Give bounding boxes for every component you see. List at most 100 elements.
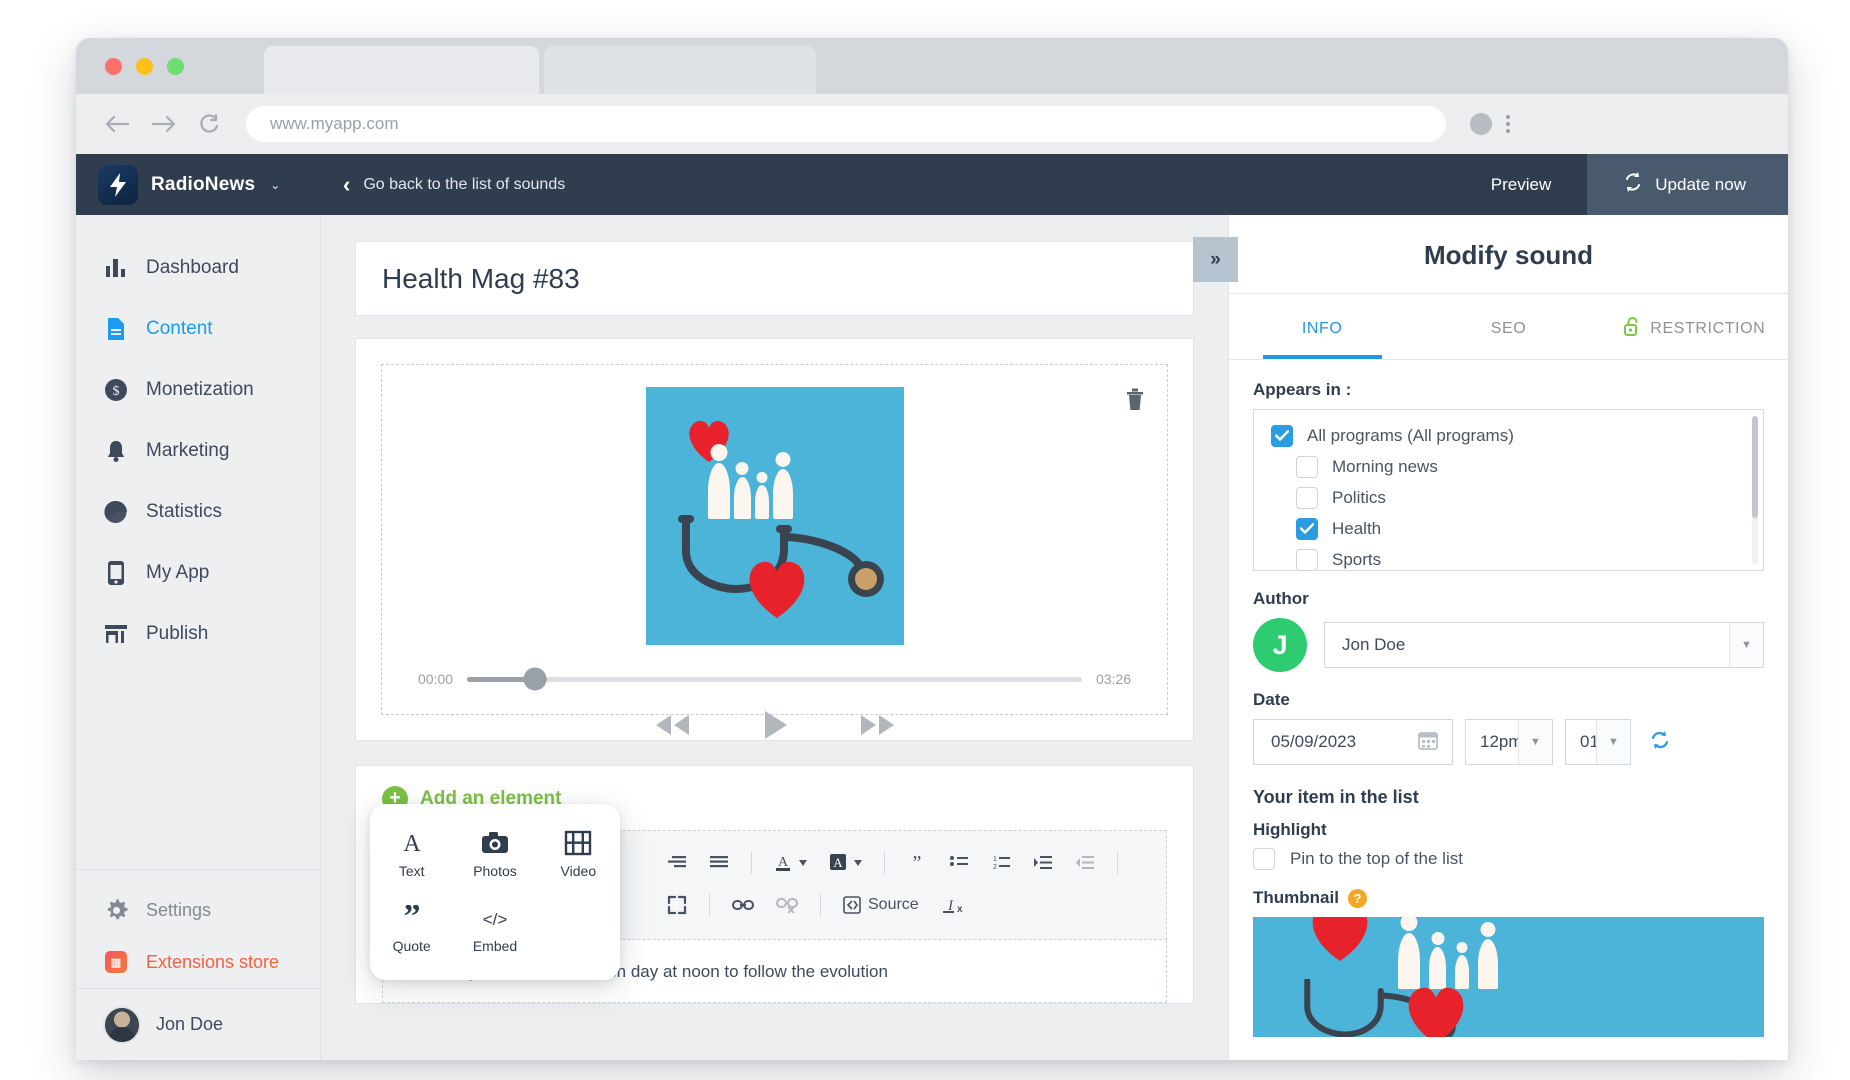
browser-menu-icon[interactable] bbox=[1506, 115, 1510, 133]
update-now-button[interactable]: Update now bbox=[1587, 154, 1788, 215]
decrease-indent-icon[interactable] bbox=[1075, 855, 1095, 871]
sidebar-item-settings[interactable]: Settings bbox=[76, 884, 320, 936]
author-label: Author bbox=[1253, 589, 1764, 609]
refresh-icon[interactable] bbox=[1649, 729, 1671, 756]
pin-to-top-row[interactable]: Pin to the top of the list bbox=[1253, 848, 1764, 870]
sidebar-item-monetization[interactable]: $ Monetization bbox=[76, 359, 320, 420]
audio-progress[interactable]: 00:00 03:26 bbox=[418, 671, 1131, 687]
tab-info[interactable]: INFO bbox=[1229, 294, 1415, 359]
background-color-icon[interactable]: A bbox=[829, 853, 862, 873]
hour-select[interactable]: 12pm ▼ bbox=[1465, 719, 1553, 765]
progress-track[interactable] bbox=[467, 677, 1082, 682]
preview-button[interactable]: Preview bbox=[1455, 154, 1587, 215]
increase-indent-icon[interactable] bbox=[1033, 855, 1053, 871]
align-right-icon[interactable] bbox=[667, 855, 687, 871]
sidebar-item-publish[interactable]: Publish bbox=[76, 603, 320, 664]
link-icon[interactable] bbox=[732, 898, 754, 912]
browser-toolbar: www.myapp.com bbox=[76, 94, 1788, 154]
browser-profile-avatar[interactable] bbox=[1470, 113, 1492, 135]
unlink-icon[interactable] bbox=[776, 897, 798, 913]
sidebar-label-extensions-store: Extensions store bbox=[146, 952, 279, 973]
checkbox-row-health[interactable]: Health bbox=[1254, 513, 1763, 544]
sidebar-user[interactable]: Jon Doe bbox=[76, 988, 320, 1060]
checkbox-health[interactable] bbox=[1296, 518, 1318, 540]
checkbox-row-politics[interactable]: Politics bbox=[1254, 482, 1763, 513]
maximize-window-dot[interactable] bbox=[167, 58, 184, 75]
minute-select[interactable]: 01 ▼ bbox=[1565, 719, 1631, 765]
checkbox-all-programs[interactable] bbox=[1271, 425, 1293, 447]
sidebar-item-statistics[interactable]: Statistics bbox=[76, 481, 320, 542]
add-element-menu[interactable]: A Text Photos Video bbox=[370, 804, 620, 980]
chevron-down-icon[interactable]: ▼ bbox=[1729, 623, 1763, 667]
trash-icon[interactable] bbox=[1125, 387, 1145, 416]
menu-item-embed[interactable]: </> Embed bbox=[453, 905, 536, 954]
player-controls bbox=[382, 709, 1167, 746]
maximize-icon[interactable] bbox=[667, 895, 687, 915]
browser-tab-active[interactable] bbox=[264, 46, 539, 94]
sidebar-item-extensions-store[interactable]: ▥ Extensions store bbox=[76, 936, 320, 988]
chevron-down-icon[interactable]: ▼ bbox=[1596, 720, 1630, 764]
checkbox-row-sports[interactable]: Sports bbox=[1254, 544, 1763, 575]
progress-knob[interactable] bbox=[523, 668, 546, 691]
rewind-icon[interactable] bbox=[651, 711, 693, 744]
menu-item-quote[interactable]: ” Quote bbox=[370, 905, 453, 954]
store-icon bbox=[103, 623, 129, 645]
sidebar-item-marketing[interactable]: Marketing bbox=[76, 420, 320, 481]
menu-item-photos[interactable]: Photos bbox=[453, 830, 536, 879]
reload-icon[interactable] bbox=[198, 113, 220, 135]
checkbox-morning-news[interactable] bbox=[1296, 456, 1318, 478]
checkbox-pin-to-top[interactable] bbox=[1253, 848, 1275, 870]
date-row: 05/09/2023 12pm ▼ 01 ▼ bbox=[1253, 719, 1764, 765]
sidebar-label-statistics: Statistics bbox=[146, 501, 222, 523]
sidebar-nav: Dashboard Content $ Monetization bbox=[76, 215, 320, 869]
appears-in-list[interactable]: All programs (All programs) Morning news… bbox=[1253, 409, 1764, 571]
sidebar-item-content[interactable]: Content bbox=[76, 298, 320, 359]
calendar-icon[interactable] bbox=[1418, 730, 1438, 755]
checkbox-sports[interactable] bbox=[1296, 549, 1318, 571]
tab-restriction[interactable]: RESTRICTION bbox=[1602, 294, 1788, 359]
menu-item-text[interactable]: A Text bbox=[370, 830, 453, 879]
go-back-link[interactable]: ‹ Go back to the list of sounds bbox=[321, 154, 565, 215]
sound-title-field[interactable]: Health Mag #83 bbox=[355, 241, 1194, 316]
chevron-down-icon[interactable]: ▼ bbox=[1518, 720, 1552, 764]
list-scrollbar[interactable] bbox=[1752, 416, 1758, 564]
menu-label-embed: Embed bbox=[473, 938, 517, 954]
author-select[interactable]: Jon Doe ▼ bbox=[1324, 622, 1764, 668]
address-bar[interactable]: www.myapp.com bbox=[246, 106, 1446, 142]
close-window-dot[interactable] bbox=[105, 58, 122, 75]
list-item-section-label: Your item in the list bbox=[1253, 787, 1764, 808]
blockquote-icon[interactable]: ” bbox=[907, 855, 927, 871]
minimize-window-dot[interactable] bbox=[136, 58, 153, 75]
checkbox-row-all-programs[interactable]: All programs (All programs) bbox=[1254, 420, 1763, 451]
justify-icon[interactable] bbox=[709, 855, 729, 871]
author-avatar: J bbox=[1253, 618, 1307, 672]
sidebar-item-dashboard[interactable]: Dashboard bbox=[76, 237, 320, 298]
window-controls[interactable] bbox=[105, 58, 184, 75]
remove-format-icon[interactable]: Ix bbox=[941, 895, 963, 915]
date-input[interactable]: 05/09/2023 bbox=[1253, 719, 1453, 765]
app-header: RadioNews ⌄ ‹ Go back to the list of sou… bbox=[76, 154, 1788, 215]
browser-tab-inactive[interactable] bbox=[544, 46, 816, 94]
audio-player-card: 00:00 03:26 bbox=[355, 338, 1194, 741]
checkbox-politics[interactable] bbox=[1296, 487, 1318, 509]
fast-forward-icon[interactable] bbox=[857, 711, 899, 744]
source-button[interactable]: Source bbox=[843, 896, 919, 914]
help-icon[interactable]: ? bbox=[1348, 889, 1367, 908]
tab-seo[interactable]: SEO bbox=[1415, 294, 1601, 359]
sidebar-item-my-app[interactable]: My App bbox=[76, 542, 320, 603]
menu-label-photos: Photos bbox=[473, 863, 517, 879]
svg-text:x: x bbox=[957, 904, 963, 915]
menu-item-video[interactable]: Video bbox=[537, 830, 620, 879]
back-arrow-icon[interactable] bbox=[104, 113, 130, 135]
menu-label-video: Video bbox=[561, 863, 597, 879]
play-icon[interactable] bbox=[761, 709, 789, 746]
thumbnail-preview[interactable] bbox=[1253, 917, 1764, 1037]
bulleted-list-icon[interactable] bbox=[949, 855, 969, 871]
preview-label: Preview bbox=[1491, 175, 1551, 195]
checkbox-row-morning-news[interactable]: Morning news bbox=[1254, 451, 1763, 482]
forward-arrow-icon[interactable] bbox=[151, 113, 177, 135]
numbered-list-icon[interactable]: 12 bbox=[991, 855, 1011, 871]
brand-selector[interactable]: RadioNews ⌄ bbox=[76, 154, 321, 215]
text-color-icon[interactable]: A bbox=[774, 853, 807, 873]
collapse-panel-button[interactable]: » bbox=[1193, 237, 1238, 282]
